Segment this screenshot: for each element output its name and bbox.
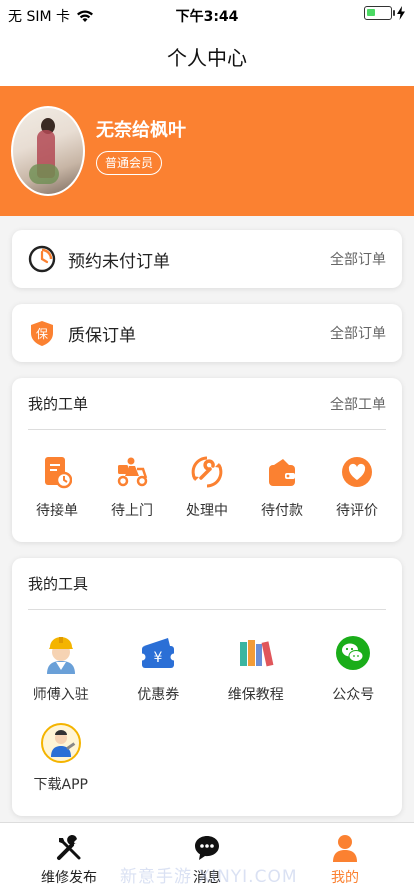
heart-icon [342,457,372,487]
avatar[interactable] [11,106,85,196]
all-warranty-orders-link[interactable]: 全部订单 [330,323,386,343]
work-orders-header: 我的工单 全部工单 [28,378,386,430]
work-order-status-grid: 待接单 待上门 处理中 待付款 待评价 [12,430,402,520]
status-bar: 无 SIM 卡 下午3:44 [0,0,414,30]
repair-wrench-icon [191,456,223,488]
status-label: 待评价 [336,503,378,519]
profile-banner: 无奈给枫叶 普通会员 [0,86,414,216]
coupon-icon: ¥ [138,638,178,668]
tools-header: 我的工具 [28,558,386,610]
tab-label: 我的 [331,870,359,886]
books-icon [239,640,274,667]
tool-label: 师傅入驻 [32,687,89,703]
status-label: 处理中 [186,503,228,519]
tab-bar: 维修发布 消息 我的 [0,822,414,896]
tool-official-account[interactable]: 公众号 [305,632,403,704]
tool-label: 下载APP [33,777,88,793]
status-in-progress[interactable]: 处理中 [172,454,242,520]
status-pending-accept[interactable]: 待接单 [22,454,92,520]
status-pending-review[interactable]: 待评价 [322,454,392,520]
tools-grid: 师傅入驻 ¥ 优惠券 维保教程 公众号 下载APP [12,610,402,812]
status-time: 下午3:44 [175,9,239,25]
tools-card: 我的工具 师傅入驻 ¥ 优惠券 维保教程 公众号 下载APP [12,558,402,816]
app-mascot-icon [40,723,81,763]
tab-label: 维修发布 [41,870,97,886]
status-pending-payment[interactable]: 待付款 [247,454,317,520]
tool-tutorial[interactable]: 维保教程 [207,632,305,704]
tool-label: 优惠券 [137,687,180,703]
worker-avatar-icon [46,637,75,674]
username: 无奈给枫叶 [96,120,186,141]
status-label: 待接单 [36,503,78,519]
page-title: 个人中心 [0,30,414,86]
charging-bolt-icon [397,6,405,20]
tab-mine[interactable]: 我的 [276,823,414,896]
status-label: 待付款 [261,503,303,519]
warranty-orders-title: 质保订单 [68,325,136,346]
status-pending-visit[interactable]: 待上门 [97,454,167,520]
all-work-orders-link[interactable]: 全部工单 [330,394,386,414]
pending-accept-icon [45,457,72,489]
tab-label: 消息 [193,870,221,886]
clock-icon [28,245,56,273]
unpaid-orders-title: 预约未付订单 [68,251,170,272]
warranty-shield-icon: 保 [31,321,53,346]
battery-icon [364,6,395,20]
tools-icon [57,835,81,860]
delivery-scooter-icon [117,457,148,487]
person-icon [333,835,357,862]
all-orders-link[interactable]: 全部订单 [330,249,386,269]
status-right [364,6,406,20]
tab-messages[interactable]: 消息 [138,823,276,896]
tab-repair-post[interactable]: 维修发布 [0,823,138,896]
warranty-orders-card[interactable]: 保 质保订单 全部订单 [12,304,402,362]
member-level-badge: 普通会员 [96,151,163,175]
status-label: 待上门 [111,503,153,519]
svg-text:保: 保 [36,327,48,341]
tool-coupon[interactable]: ¥ 优惠券 [110,632,208,704]
wallet-icon [269,459,295,486]
work-orders-card: 我的工单 全部工单 待接单 待上门 处理中 待付款 待评价 [12,378,402,542]
tool-label: 公众号 [332,687,375,703]
wechat-icon [336,636,371,670]
tool-worker-join[interactable]: 师傅入驻 [12,632,110,704]
tool-download-app[interactable]: 下载APP [12,722,110,794]
work-orders-title: 我的工单 [28,395,89,413]
tool-label: 维保教程 [227,687,284,703]
svg-text:¥: ¥ [154,650,163,666]
unpaid-orders-card[interactable]: 预约未付订单 全部订单 [12,230,402,288]
chat-bubble-icon [195,836,219,860]
tools-title: 我的工具 [28,575,89,593]
